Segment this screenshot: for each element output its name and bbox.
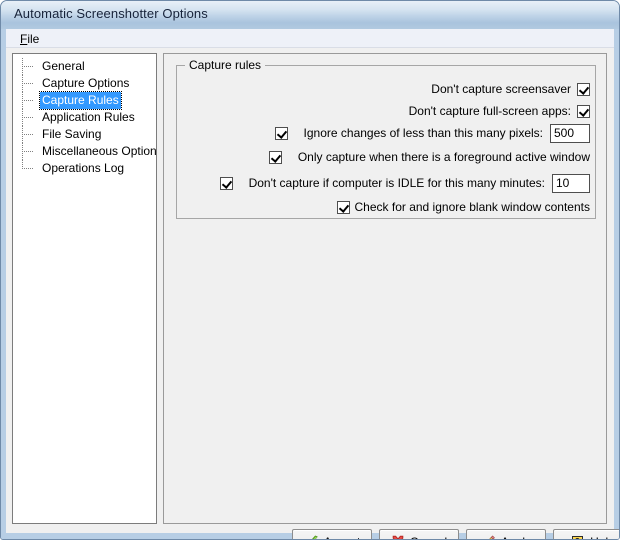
accept-button-label: Accept — [324, 535, 361, 540]
window-title: Automatic Screenshotter Options — [14, 6, 208, 21]
capture-rules-groupbox: Capture rules Don't capture screensaver … — [176, 65, 596, 219]
green-check-icon — [304, 535, 319, 540]
rule-label: Don't capture if computer is IDLE for th… — [249, 174, 545, 192]
rule-row: Don't capture if computer is IDLE for th… — [220, 174, 590, 192]
rule-row: Don't capture screensaver — [431, 80, 590, 98]
tree-tick — [22, 66, 33, 68]
rule-row: Check for and ignore blank window conten… — [337, 198, 590, 216]
checkbox-dont-capture-fullscreen-apps[interactable] — [577, 105, 590, 118]
menu-item-file[interactable]: File — [14, 31, 45, 47]
checkbox-dont-capture-idle-minutes[interactable] — [220, 177, 233, 190]
rule-row: Only capture when there is a foreground … — [269, 148, 590, 166]
menu-bar: File — [6, 29, 614, 48]
sidebar-item-general[interactable]: General — [13, 58, 156, 75]
checkbox-ignore-changes-pixels[interactable] — [275, 127, 288, 140]
capture-rules-panel: Capture rules Don't capture screensaver … — [163, 53, 607, 524]
apply-button-label: Apply — [501, 535, 531, 540]
sidebar-item-file-saving[interactable]: File Saving — [13, 126, 156, 143]
dialog-button-bar: Accept Cancel — [163, 529, 607, 540]
sidebar-item-application-rules[interactable]: Application Rules — [13, 109, 156, 126]
checkbox-only-capture-foreground-active-window[interactable] — [269, 151, 282, 164]
cancel-button[interactable]: Cancel — [379, 529, 459, 540]
sidebar-item-capture-options[interactable]: Capture Options — [13, 75, 156, 92]
checkbox-dont-capture-screensaver[interactable] — [577, 83, 590, 96]
rule-row: Ignore changes of less than this many pi… — [275, 124, 590, 142]
input-ignore-changes-pixels[interactable] — [550, 124, 590, 143]
sidebar-item-label: General — [40, 58, 87, 75]
checkbox-check-ignore-blank-window-contents[interactable] — [337, 201, 350, 214]
rule-row: Don't capture full-screen apps: — [409, 102, 590, 120]
sidebar-item-label: Capture Options — [40, 75, 131, 92]
tree-tick — [22, 117, 33, 119]
options-window: Automatic Screenshotter Options File Gen… — [0, 0, 620, 540]
pencil-icon — [481, 535, 496, 540]
sidebar-item-miscellaneous-options[interactable]: Miscellaneous Options — [13, 143, 156, 160]
question-balloon-icon: ? — [571, 535, 585, 540]
tree-tick — [22, 83, 33, 85]
settings-tree[interactable]: General Capture Options Capture Rules Ap… — [12, 53, 157, 524]
accept-button[interactable]: Accept — [292, 529, 372, 540]
menu-item-file-label: ile — [27, 32, 39, 46]
tree-tick — [22, 168, 33, 170]
rule-label: Check for and ignore blank window conten… — [355, 198, 590, 216]
rule-label: Don't capture full-screen apps: — [409, 102, 571, 120]
window-client-area: File General Capture Options Capture Rul… — [6, 29, 614, 533]
sidebar-item-label: Miscellaneous Options — [40, 143, 157, 160]
apply-button[interactable]: Apply — [466, 529, 546, 540]
help-button-label: Help — [590, 535, 615, 540]
input-dont-capture-idle-minutes[interactable] — [552, 174, 590, 193]
svg-text:?: ? — [575, 536, 580, 540]
tree-tick — [22, 100, 33, 102]
help-button[interactable]: ? Help — [553, 529, 620, 540]
tree-tick — [22, 134, 33, 136]
sidebar-item-label: Operations Log — [40, 160, 126, 177]
rule-label: Don't capture screensaver — [431, 80, 571, 98]
rule-label: Only capture when there is a foreground … — [298, 148, 590, 166]
sidebar-item-label: Capture Rules — [40, 92, 121, 109]
rule-label: Ignore changes of less than this many pi… — [304, 124, 543, 142]
cancel-button-label: Cancel — [410, 535, 447, 540]
red-cross-icon — [391, 535, 405, 540]
sidebar-item-label: File Saving — [40, 126, 103, 143]
tree-tick — [22, 151, 33, 153]
groupbox-title: Capture rules — [185, 58, 265, 72]
sidebar-item-label: Application Rules — [40, 109, 137, 126]
window-titlebar: Automatic Screenshotter Options — [1, 1, 620, 29]
sidebar-item-operations-log[interactable]: Operations Log — [13, 160, 156, 177]
sidebar-item-capture-rules[interactable]: Capture Rules — [13, 92, 156, 109]
